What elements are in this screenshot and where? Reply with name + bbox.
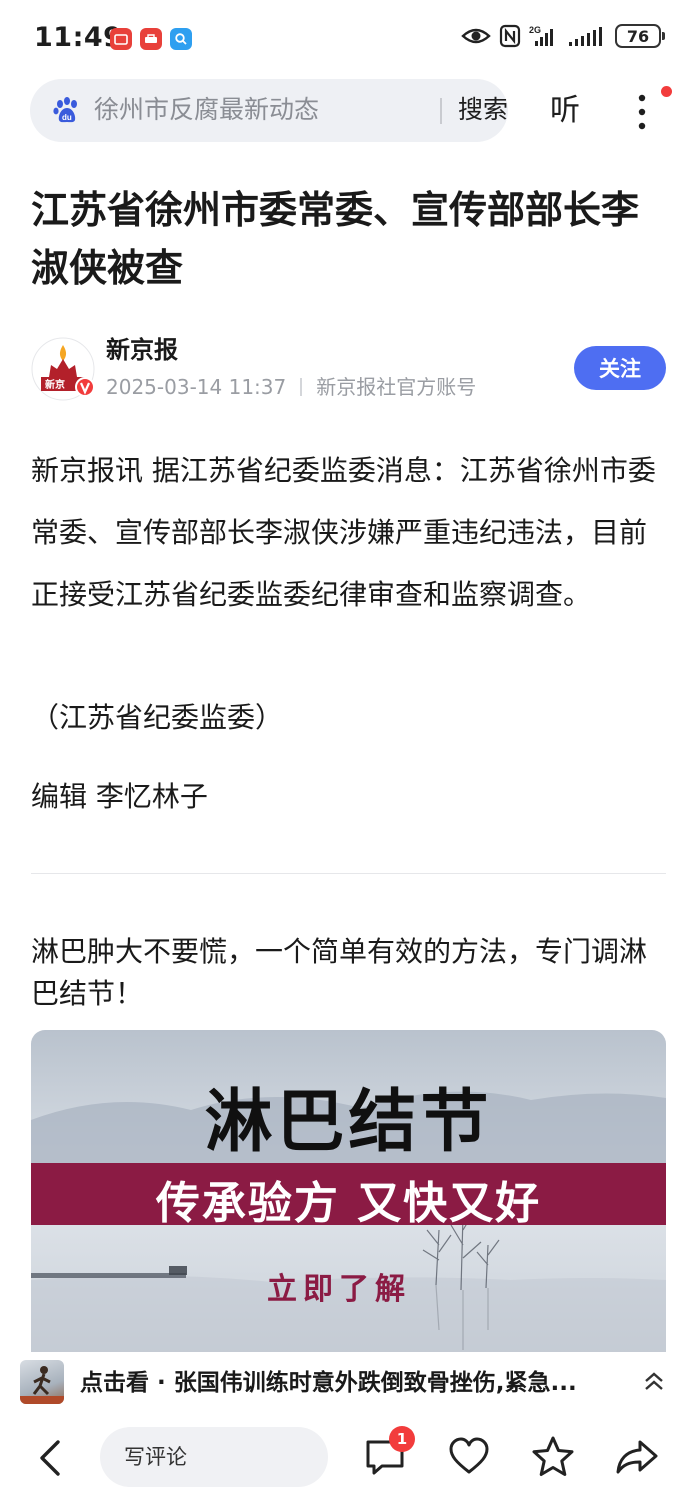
svg-text:2G: 2G bbox=[529, 25, 541, 35]
notification-icons bbox=[110, 28, 192, 50]
comment-placeholder: 写评论 bbox=[124, 1445, 187, 1469]
mail-notification-icon bbox=[110, 28, 132, 50]
now-playing-text[interactable]: 点击看 · 张国伟训练时意外跌倒致骨挫伤,紧急... bbox=[80, 1364, 640, 1402]
search-input[interactable]: 徐州市反腐最新动态 bbox=[94, 93, 319, 127]
nfc-icon bbox=[499, 24, 521, 48]
notification-dot bbox=[661, 86, 672, 97]
ad-band-text: 传承验方 又快又好 bbox=[155, 1178, 542, 1229]
meta-divider bbox=[300, 378, 303, 396]
status-right: 2G 76 bbox=[461, 24, 665, 48]
signal-icon bbox=[569, 27, 602, 46]
svg-text:新京: 新京 bbox=[45, 378, 65, 391]
huawei-notification-icon bbox=[140, 28, 162, 50]
comment-count-badge: 1 bbox=[389, 1426, 415, 1452]
ad-text[interactable]: 淋巴肿大不要慌，一个简单有效的方法，专门调淋巴结节！ bbox=[31, 931, 671, 1015]
status-bar: 11:49 2G 76 bbox=[0, 0, 695, 78]
eye-icon bbox=[461, 28, 491, 44]
now-playing-thumbnail[interactable] bbox=[20, 1360, 64, 1404]
search-divider bbox=[440, 98, 442, 124]
article-editor: 编辑 李忆林子 bbox=[31, 780, 208, 813]
favorite-star-icon[interactable] bbox=[530, 1434, 576, 1480]
account-label: 新京报社官方账号 bbox=[316, 375, 477, 399]
signal-2g-icon: 2G bbox=[529, 25, 553, 46]
article-title: 江苏省徐州市委常委、宣传部部长李淑侠被查 bbox=[31, 188, 640, 290]
battery-icon: 76 bbox=[615, 24, 665, 48]
author-meta: 2025-03-14 11:37 新京报社官方账号 bbox=[106, 372, 476, 402]
browser-notification-icon bbox=[170, 28, 192, 50]
like-heart-icon[interactable] bbox=[446, 1434, 492, 1480]
author-name[interactable]: 新京报 bbox=[106, 333, 178, 367]
ad-image[interactable]: 淋巴结节 传承验方 又快又好 立即了解 bbox=[31, 1030, 666, 1360]
author-avatar[interactable]: 新京 bbox=[31, 337, 95, 401]
article-body: 新京报讯 据江苏省纪委监委消息：江苏省徐州市委常委、宣传部部长李淑侠涉嫌严重违纪… bbox=[31, 454, 656, 611]
bottom-action-bar: 写评论 bbox=[0, 1414, 695, 1500]
svg-text:du: du bbox=[62, 113, 72, 122]
publish-date: 2025-03-14 11:37 bbox=[106, 375, 287, 399]
ad-headline: 淋巴结节 bbox=[204, 1083, 493, 1162]
listen-button[interactable]: 听 bbox=[550, 92, 580, 130]
ad-cta[interactable]: 立即了解 bbox=[267, 1264, 411, 1308]
share-icon[interactable] bbox=[614, 1434, 660, 1480]
section-divider bbox=[31, 873, 666, 874]
back-arrow-icon[interactable] bbox=[30, 1436, 70, 1480]
search-box[interactable]: du 徐州市反腐最新动态 搜索 bbox=[30, 79, 508, 142]
now-playing-bar[interactable]: 点击看 · 张国伟训练时意外跌倒致骨挫伤,紧急... bbox=[0, 1352, 695, 1414]
search-button[interactable]: 搜索 bbox=[458, 93, 508, 127]
comment-input[interactable]: 写评论 bbox=[100, 1427, 328, 1487]
more-options-icon[interactable] bbox=[630, 90, 654, 134]
expand-up-icon[interactable] bbox=[640, 1368, 668, 1396]
baidu-paw-icon: du bbox=[53, 97, 77, 123]
follow-button[interactable]: 关注 bbox=[574, 346, 666, 390]
article-source: （江苏省纪委监委） bbox=[31, 701, 284, 734]
